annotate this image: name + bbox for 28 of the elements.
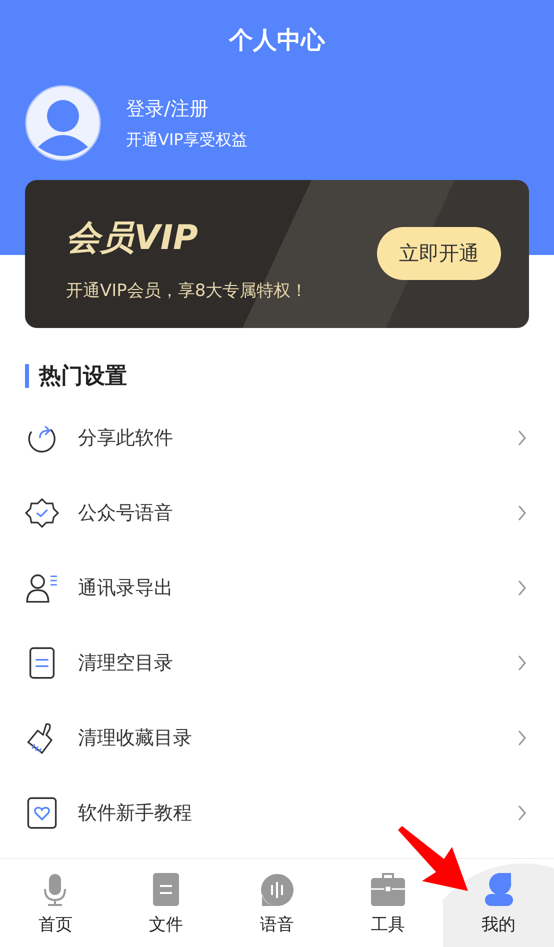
badge-check-icon (25, 496, 59, 530)
section-title: 热门设置 (39, 362, 127, 391)
section-marker (25, 364, 29, 388)
heart-card-icon (25, 796, 59, 830)
menu-item[interactable]: 通讯录导出 (0, 550, 554, 625)
toolbox-icon (370, 872, 405, 907)
voice-bubble-icon (260, 872, 294, 907)
tab-item[interactable]: 语音 (222, 859, 332, 947)
menu-item[interactable]: 公众号语音 (0, 475, 554, 550)
chevron-icon (517, 428, 527, 446)
tab-item[interactable]: 工具 (332, 859, 444, 947)
chevron-icon (517, 504, 527, 522)
menu-item[interactable]: 分享此软件 (0, 400, 554, 475)
tab-item[interactable]: 文件 (110, 859, 222, 947)
menu-item[interactable]: 清理空目录 (0, 625, 554, 700)
activate-button[interactable]: 立即开通 (377, 226, 501, 280)
chevron-icon (517, 578, 527, 596)
profile-subtitle: 开通VIP享受权益 (126, 130, 248, 150)
vip-description: 开通VIP会员，享8大专属特权！ (66, 280, 308, 302)
page-title: 个人中心 (228, 25, 326, 56)
chevron-icon (517, 804, 527, 822)
menu-item[interactable]: 软件新手教程 (0, 775, 554, 850)
avatar-icon (25, 85, 101, 161)
chevron-icon (517, 728, 527, 746)
menu-item[interactable]: 清理收藏目录 (0, 700, 554, 775)
vip-title: 会员VIP (66, 216, 199, 260)
chevron-icon (517, 654, 527, 672)
tab-item[interactable]: 首页 (0, 859, 111, 947)
